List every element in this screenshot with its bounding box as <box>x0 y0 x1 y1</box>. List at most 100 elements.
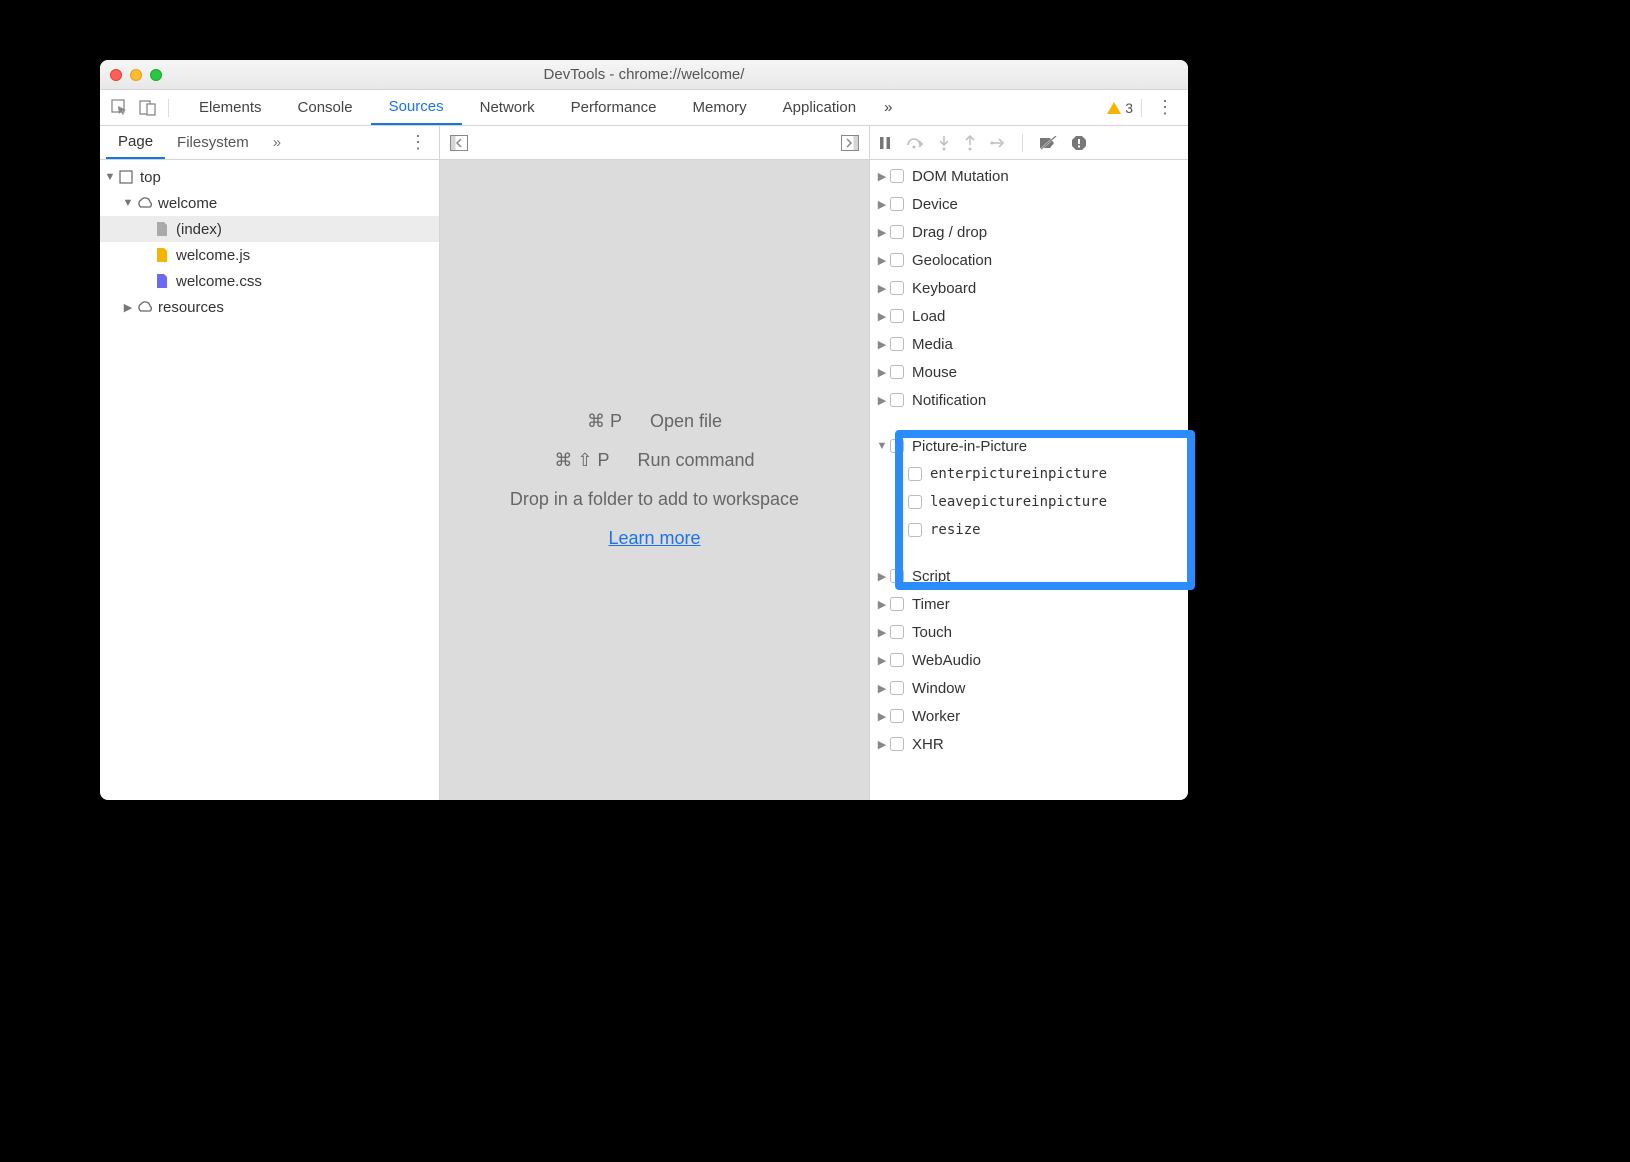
pause-icon[interactable] <box>878 136 892 150</box>
checkbox[interactable] <box>890 625 904 639</box>
minimize-icon[interactable] <box>130 69 142 81</box>
checkbox[interactable] <box>890 653 904 667</box>
tree-label: (index) <box>176 221 222 238</box>
checkbox[interactable] <box>890 337 904 351</box>
tab-performance[interactable]: Performance <box>553 90 675 125</box>
event-category[interactable]: ▶Keyboard <box>870 274 1188 302</box>
drop-folder-text: Drop in a folder to add to workspace <box>510 489 799 510</box>
close-icon[interactable] <box>110 69 122 81</box>
devtools-tabbar: Elements Console Sources Network Perform… <box>100 90 1188 126</box>
step-out-icon[interactable] <box>964 135 976 151</box>
checkbox[interactable] <box>908 523 922 537</box>
step-into-icon[interactable] <box>938 135 950 151</box>
tab-application[interactable]: Application <box>765 90 874 125</box>
window-title: DevTools - chrome://welcome/ <box>100 66 1188 83</box>
event-category[interactable]: ▶Drag / drop <box>870 218 1188 246</box>
show-navigator-icon[interactable] <box>450 135 468 151</box>
subtabs-overflow[interactable]: » <box>261 126 287 159</box>
step-over-icon[interactable] <box>906 136 924 150</box>
checkbox[interactable] <box>890 569 904 583</box>
show-debugger-icon[interactable] <box>841 135 859 151</box>
tab-console[interactable]: Console <box>280 90 371 125</box>
checkbox[interactable] <box>890 365 904 379</box>
settings-menu-icon[interactable]: ⋮ <box>1150 97 1180 118</box>
tree-node-index[interactable]: (index) <box>100 216 439 242</box>
event-category[interactable]: ▶Window <box>870 674 1188 702</box>
event-category[interactable]: ▶Timer <box>870 590 1188 618</box>
tree-label: welcome <box>158 195 217 212</box>
event-item[interactable]: leavepictureinpicture <box>870 488 1188 516</box>
tab-elements[interactable]: Elements <box>181 90 280 125</box>
run-command-label: Run command <box>638 450 755 471</box>
tree-label: welcome.css <box>176 273 262 290</box>
separator <box>1022 134 1023 152</box>
tree-node-welcomejs[interactable]: welcome.js <box>100 242 439 268</box>
tree-node-resources[interactable]: ▶ resources <box>100 294 439 320</box>
warnings-badge[interactable]: 3 <box>1107 100 1133 116</box>
inspect-element-icon[interactable] <box>106 94 134 122</box>
tree-node-welcomecss[interactable]: welcome.css <box>100 268 439 294</box>
zoom-icon[interactable] <box>150 69 162 81</box>
checkbox[interactable] <box>908 495 922 509</box>
event-category[interactable]: ▶WebAudio <box>870 646 1188 674</box>
checkbox[interactable] <box>890 197 904 211</box>
checkbox[interactable] <box>890 709 904 723</box>
tab-sources[interactable]: Sources <box>371 90 462 125</box>
event-category[interactable]: ▶XHR <box>870 730 1188 758</box>
checkbox[interactable] <box>908 467 922 481</box>
event-item[interactable]: resize <box>870 516 1188 544</box>
tree-node-welcome[interactable]: ▼ welcome <box>100 190 439 216</box>
subtab-filesystem[interactable]: Filesystem <box>165 126 261 159</box>
disclosure-triangle-icon[interactable]: ▼ <box>122 197 134 209</box>
learn-more-link[interactable]: Learn more <box>608 528 700 549</box>
cloud-icon <box>136 195 152 211</box>
pause-on-exceptions-icon[interactable] <box>1071 135 1087 151</box>
event-listener-breakpoints[interactable]: ▶DOM Mutation ▶Device ▶Drag / drop ▶Geol… <box>870 160 1188 800</box>
tabs-overflow[interactable]: » <box>874 90 902 125</box>
warning-icon <box>1107 102 1121 114</box>
shortcut-open-file: ⌘ P <box>587 411 622 432</box>
event-category[interactable]: ▶Touch <box>870 618 1188 646</box>
event-category[interactable]: ▶DOM Mutation <box>870 162 1188 190</box>
checkbox[interactable] <box>890 681 904 695</box>
deactivate-breakpoints-icon[interactable] <box>1039 136 1057 150</box>
checkbox[interactable] <box>890 225 904 239</box>
traffic-lights <box>110 69 162 81</box>
document-icon <box>154 221 170 237</box>
disclosure-triangle-icon[interactable]: ▶ <box>122 301 134 314</box>
event-category-pip[interactable]: ▼Picture-in-Picture <box>870 432 1188 460</box>
checkbox[interactable] <box>890 597 904 611</box>
checkbox[interactable] <box>890 439 904 453</box>
checkbox[interactable] <box>890 281 904 295</box>
css-file-icon <box>154 273 170 289</box>
debugger-panel: ▶DOM Mutation ▶Device ▶Drag / drop ▶Geol… <box>870 126 1188 800</box>
frame-icon <box>118 169 134 185</box>
editor-header <box>440 126 869 160</box>
event-category[interactable]: ▶Geolocation <box>870 246 1188 274</box>
editor-panel: ⌘ P Open file ⌘ ⇧ P Run command Drop in … <box>440 126 870 800</box>
event-category[interactable]: ▶Script <box>870 562 1188 590</box>
event-category[interactable]: ▶Device <box>870 190 1188 218</box>
tab-memory[interactable]: Memory <box>675 90 765 125</box>
checkbox[interactable] <box>890 393 904 407</box>
subtab-page[interactable]: Page <box>106 126 165 159</box>
device-toolbar-icon[interactable] <box>134 94 162 122</box>
checkbox[interactable] <box>890 309 904 323</box>
event-category[interactable]: ▶Media <box>870 330 1188 358</box>
event-category[interactable]: ▶Mouse <box>870 358 1188 386</box>
event-category[interactable]: ▶Worker <box>870 702 1188 730</box>
file-tree[interactable]: ▼ top ▼ welcome (index) welcome.js <box>100 160 439 800</box>
disclosure-triangle-icon[interactable]: ▼ <box>104 171 116 183</box>
step-icon[interactable] <box>990 136 1006 150</box>
event-category[interactable]: ▶Notification <box>870 386 1188 414</box>
checkbox[interactable] <box>890 737 904 751</box>
tree-node-top[interactable]: ▼ top <box>100 164 439 190</box>
checkbox[interactable] <box>890 253 904 267</box>
navigator-panel: Page Filesystem » ⋮ ▼ top ▼ welcome <box>100 126 440 800</box>
checkbox[interactable] <box>890 169 904 183</box>
event-item[interactable]: enterpictureinpicture <box>870 460 1188 488</box>
event-category[interactable]: ▶Load <box>870 302 1188 330</box>
tab-network[interactable]: Network <box>462 90 553 125</box>
separator <box>168 99 169 117</box>
navigator-menu-icon[interactable]: ⋮ <box>403 132 433 153</box>
